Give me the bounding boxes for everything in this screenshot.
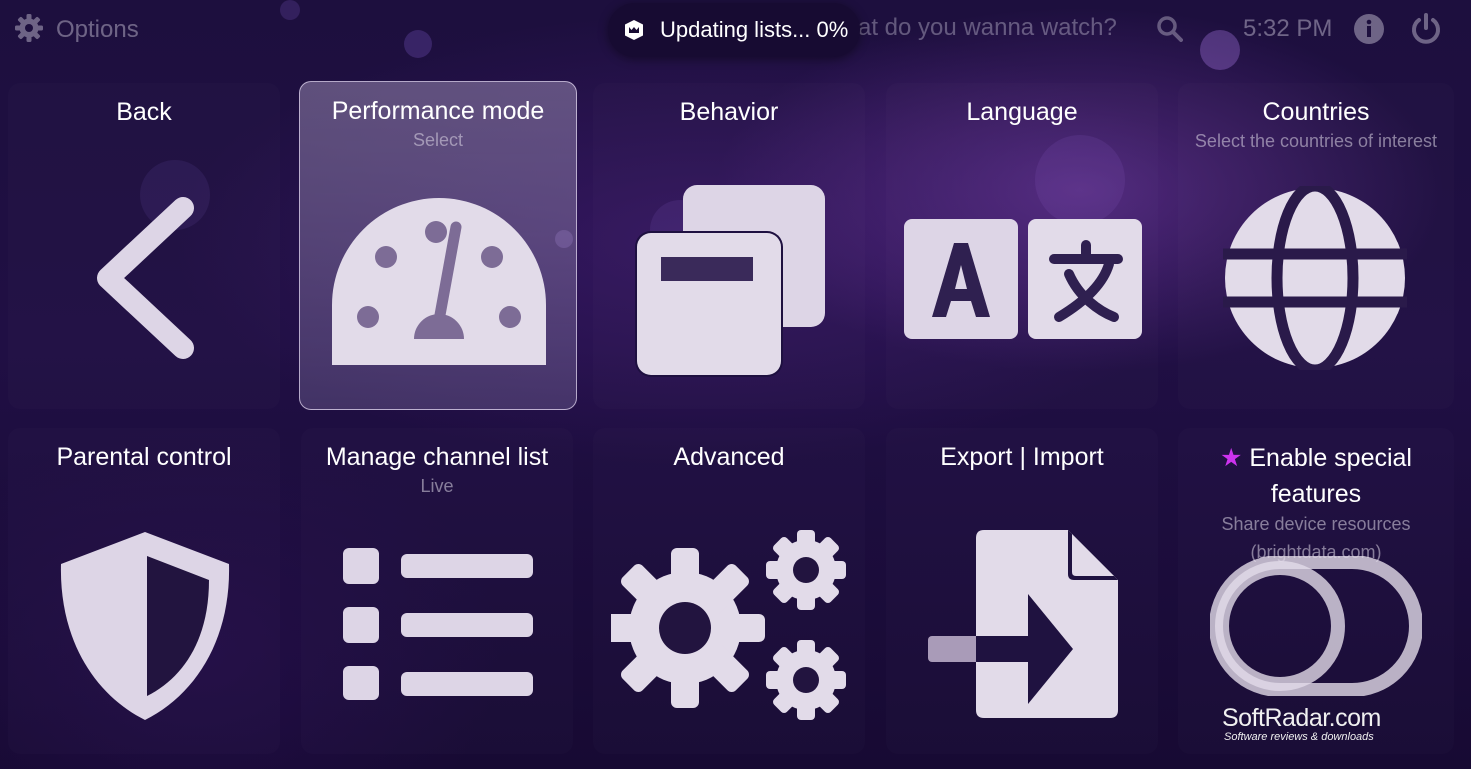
package-icon: [625, 20, 643, 40]
tile-title: Advanced: [673, 443, 785, 471]
tile-advanced[interactable]: Advanced: [593, 428, 865, 754]
tile-title: ★ Enable special features: [1178, 440, 1454, 512]
gear-icon: [14, 13, 44, 48]
tile-title-line2: features: [1270, 480, 1362, 508]
tile-title: Language: [966, 98, 1078, 126]
windows-icon: [635, 185, 825, 377]
tile-export-import[interactable]: Export | Import: [886, 428, 1158, 754]
tile-title: Parental control: [56, 443, 232, 471]
tile-title: Countries: [1262, 98, 1370, 126]
tile-manage-channel-list[interactable]: Manage channel list Live: [301, 428, 573, 754]
tile-title: Manage channel list: [325, 443, 549, 471]
tile-subtitle: Live: [420, 476, 454, 496]
search-input[interactable]: at do you wanna watch?: [858, 14, 1117, 42]
watermark-tagline: Software reviews & downloads: [1224, 731, 1374, 743]
top-bar: Options at do you wanna watch? 5:32 PM U…: [0, 0, 1471, 60]
tile-title: Performance mode: [331, 97, 545, 125]
info-icon[interactable]: [1353, 13, 1385, 50]
speedometer-icon: [332, 198, 546, 365]
tile-subtitle-line1: Share device resources: [1221, 514, 1411, 534]
tile-back[interactable]: Back: [8, 83, 280, 409]
tile-title: Export | Import: [940, 443, 1104, 471]
file-import-icon: [928, 530, 1118, 718]
update-toast: Updating lists... 0%: [608, 3, 860, 57]
translate-icon: [904, 219, 1142, 339]
clock: 5:32 PM: [1243, 15, 1333, 42]
search-icon[interactable]: [1155, 14, 1185, 49]
tile-title: Back: [116, 98, 172, 126]
tile-title-line1: Enable special: [1249, 444, 1412, 472]
tile-language[interactable]: Language: [886, 83, 1158, 409]
tile-countries[interactable]: Countries Select the countries of intere…: [1178, 83, 1454, 409]
chevron-left-icon: [97, 197, 194, 359]
shield-icon: [60, 532, 230, 720]
power-icon[interactable]: [1409, 12, 1443, 51]
star-icon: ★: [1220, 444, 1243, 472]
toast-text: Updating lists... 0%: [660, 17, 849, 42]
toggle-icon: [1210, 556, 1422, 696]
tile-performance-mode[interactable]: Performance mode Select: [299, 81, 577, 410]
watermark-name: SoftRadar.com: [1222, 704, 1381, 732]
options-button[interactable]: Options: [14, 12, 139, 48]
gears-icon: [611, 530, 846, 720]
tile-behavior[interactable]: Behavior: [593, 83, 865, 409]
list-icon: [343, 548, 533, 700]
tile-subtitle: Select: [412, 130, 464, 150]
tile-parental-control[interactable]: Parental control: [8, 428, 280, 754]
tile-subtitle: Select the countries of interest: [1194, 131, 1438, 151]
options-label: Options: [56, 16, 139, 43]
globe-icon: [1223, 186, 1407, 370]
tile-title: Behavior: [679, 98, 779, 126]
watermark: SoftRadar.com Software reviews & downloa…: [1222, 704, 1381, 743]
